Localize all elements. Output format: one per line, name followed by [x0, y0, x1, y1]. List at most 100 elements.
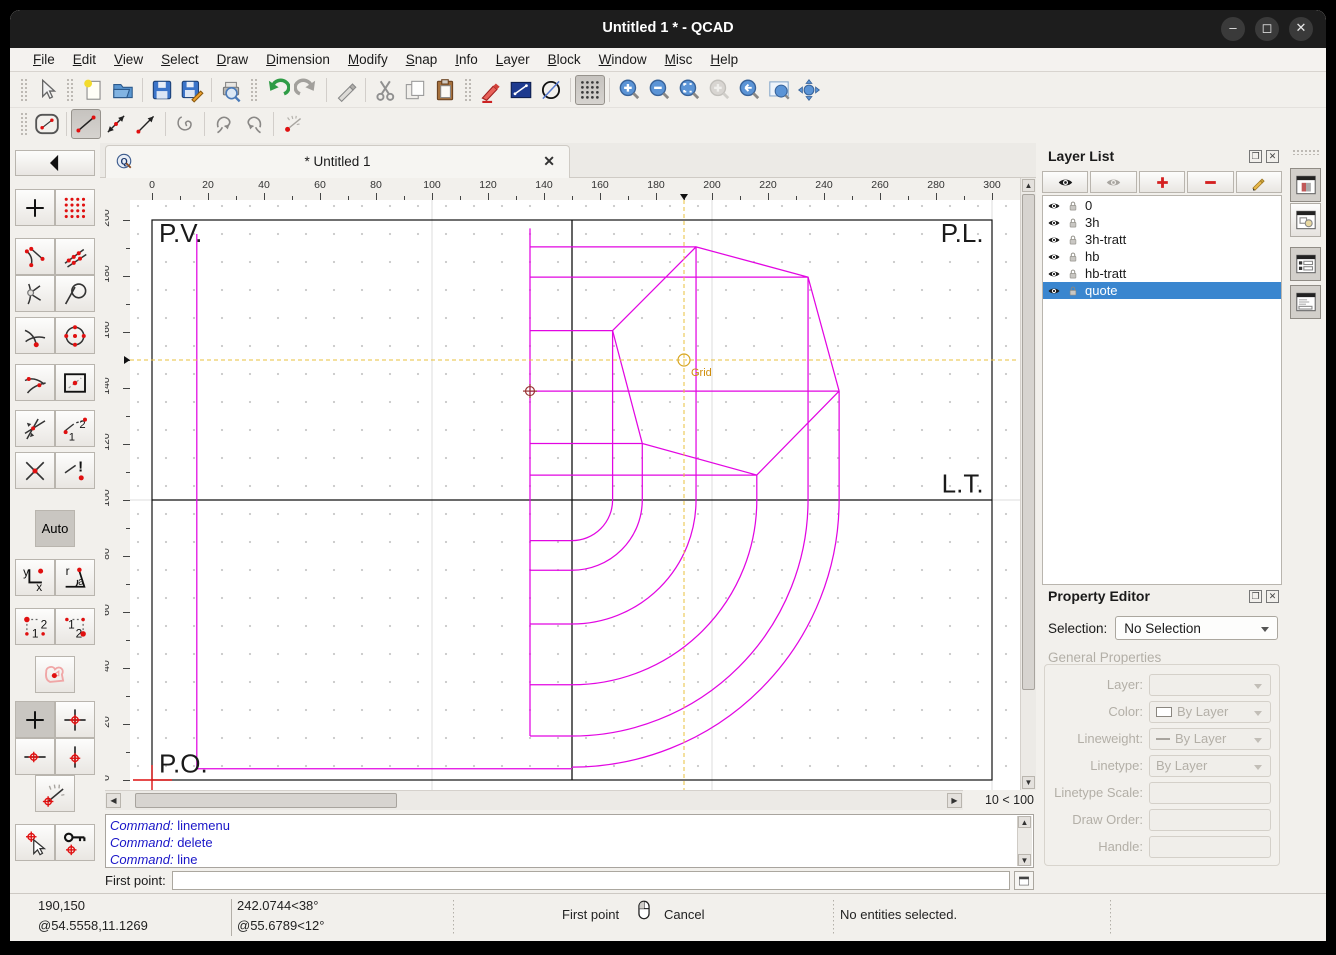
application-preferences-button[interactable] — [476, 75, 506, 105]
layer-lock-icon[interactable] — [1066, 216, 1080, 230]
console-scroll-down-icon[interactable]: ▼ — [1018, 854, 1031, 866]
save-button[interactable] — [147, 75, 177, 105]
layer-lock-icon[interactable] — [1066, 199, 1080, 213]
drawing-scale-button[interactable] — [536, 75, 566, 105]
edit-tool-button[interactable] — [331, 75, 361, 105]
relative-cartesian-button[interactable]: 12 — [15, 608, 55, 645]
layer-row-3h[interactable]: 3h — [1043, 214, 1281, 231]
command-history[interactable]: Command: linemenu Command: delete Command:… — [105, 814, 1034, 868]
horizontal-scroll-thumb[interactable] — [135, 793, 397, 808]
window-zoom-button[interactable] — [764, 75, 794, 105]
line-angle-button[interactable] — [101, 109, 131, 139]
toolbar-drag-handle[interactable] — [250, 77, 258, 102]
property-linetypescale-control[interactable] — [1149, 781, 1271, 804]
snap-distance-button[interactable]: ! — [55, 452, 95, 489]
menu-dimension[interactable]: Dimension — [257, 50, 339, 69]
snap-center-button[interactable] — [55, 317, 95, 354]
redo-button[interactable] — [292, 75, 322, 105]
layer-row-3h-tratt[interactable]: 3h-tratt — [1043, 231, 1281, 248]
snap-reference-button[interactable] — [55, 364, 95, 401]
snap-free-button[interactable] — [15, 189, 55, 226]
document-tab[interactable]: Q * Untitled 1 ✕ — [105, 145, 570, 178]
menu-help[interactable]: Help — [701, 50, 747, 69]
layer-visibility-icon[interactable] — [1047, 199, 1061, 213]
zoom-in-button[interactable] — [614, 75, 644, 105]
remove-layer-button[interactable] — [1187, 171, 1234, 193]
property-lineweight-control[interactable]: By Layer — [1149, 727, 1271, 750]
previous-view-button[interactable] — [734, 75, 764, 105]
print-preview-button[interactable] — [216, 75, 246, 105]
menu-view[interactable]: View — [105, 50, 152, 69]
dock-drag-handle[interactable] — [1292, 149, 1320, 155]
snap-auto-intersection-button[interactable] — [15, 452, 55, 489]
command-line-toggle[interactable] — [1290, 285, 1321, 319]
line-menu-back-button[interactable] — [32, 109, 62, 139]
ray-button[interactable] — [278, 109, 308, 139]
snap-perpendicular-button[interactable] — [15, 275, 55, 312]
show-all-layers-button[interactable] — [1042, 171, 1089, 193]
title-bar[interactable]: Untitled 1 * - QCAD – ◻ ✕ — [10, 10, 1326, 48]
lock-relative-zero-button[interactable] — [55, 824, 95, 861]
menu-misc[interactable]: Misc — [656, 50, 702, 69]
library-browser-toggle[interactable] — [1290, 168, 1321, 202]
restrict-orthogonal-button[interactable] — [55, 701, 95, 738]
menu-modify[interactable]: Modify — [339, 50, 397, 69]
menu-file[interactable]: File — [24, 50, 64, 69]
scroll-left-icon[interactable]: ◀ — [106, 793, 121, 808]
copy-button[interactable] — [400, 75, 430, 105]
polyline-button[interactable] — [209, 109, 239, 139]
cartesian-coordinate-button[interactable]: yx — [15, 559, 55, 596]
menu-layer[interactable]: Layer — [487, 50, 539, 69]
menu-draw[interactable]: Draw — [208, 50, 258, 69]
minimize-button[interactable]: – — [1221, 17, 1245, 41]
paste-button[interactable] — [430, 75, 460, 105]
polar-coordinate-button[interactable]: ra — [55, 559, 95, 596]
restrict-none-button[interactable] — [15, 701, 55, 738]
dimension-tool-button[interactable] — [35, 656, 75, 693]
snap-grid-button[interactable] — [55, 189, 95, 226]
scroll-up-icon[interactable]: ▲ — [1022, 179, 1035, 192]
horizontal-scrollbar[interactable]: ◀ ▶ — [105, 790, 963, 810]
selection-dropdown[interactable]: No Selection — [1115, 616, 1278, 640]
menu-window[interactable]: Window — [590, 50, 656, 69]
command-input[interactable] — [171, 871, 1010, 890]
new-file-button[interactable] — [78, 75, 108, 105]
vertical-scroll-thumb[interactable] — [1022, 194, 1035, 690]
block-list-toggle[interactable] — [1290, 203, 1321, 237]
layer-lock-icon[interactable] — [1066, 233, 1080, 247]
layer-lock-icon[interactable] — [1066, 267, 1080, 281]
property-linetype-control[interactable]: By Layer — [1149, 754, 1271, 777]
snap-tangent-button[interactable] — [55, 275, 95, 312]
snap-on-entity-button[interactable] — [55, 238, 95, 275]
layer-lock-icon[interactable] — [1066, 284, 1080, 298]
toolbar-drag-handle[interactable] — [20, 77, 28, 102]
property-draworder-control[interactable] — [1149, 808, 1271, 831]
restrict-vertical-button[interactable] — [55, 738, 95, 775]
snap-intersection-manual-button[interactable]: 12 — [55, 410, 95, 447]
layer-lock-icon[interactable] — [1066, 250, 1080, 264]
toolbar-drag-handle[interactable] — [20, 112, 28, 136]
layer-row-quote[interactable]: quote — [1043, 282, 1281, 299]
undo-button[interactable] — [262, 75, 292, 105]
freehand-line-button[interactable] — [170, 109, 200, 139]
save-as-button[interactable] — [177, 75, 207, 105]
menu-snap[interactable]: Snap — [397, 50, 447, 69]
scroll-down-icon[interactable]: ▼ — [1022, 776, 1035, 789]
scroll-right-icon[interactable]: ▶ — [947, 793, 962, 808]
polyline-segments-button[interactable] — [239, 109, 269, 139]
vertical-scrollbar[interactable]: ▲ ▼ — [1020, 178, 1036, 790]
hide-all-layers-button[interactable] — [1090, 171, 1137, 193]
console-scroll-up-icon[interactable]: ▲ — [1018, 816, 1031, 828]
toolbar-drag-handle[interactable] — [66, 77, 74, 102]
layer-visibility-icon[interactable] — [1047, 233, 1061, 247]
auto-zoom-button[interactable] — [674, 75, 704, 105]
snap-auto-button[interactable] — [15, 317, 55, 354]
menu-edit[interactable]: Edit — [64, 50, 105, 69]
tab-close-icon[interactable]: ✕ — [543, 153, 555, 170]
close-panel-icon[interactable]: ✕ — [1266, 590, 1279, 603]
layer-visibility-icon[interactable] — [1047, 267, 1061, 281]
open-file-button[interactable] — [108, 75, 138, 105]
menu-info[interactable]: Info — [446, 50, 487, 69]
snap-tangent-point-button[interactable] — [15, 364, 55, 401]
edit-layer-button[interactable] — [1235, 171, 1283, 193]
